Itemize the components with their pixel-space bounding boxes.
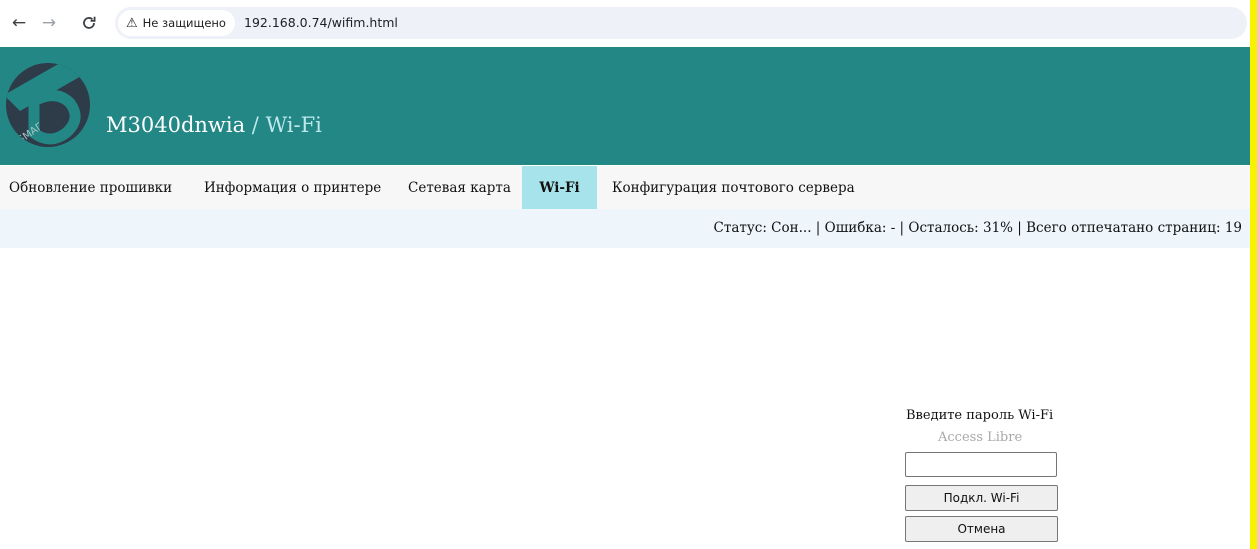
forward-arrow-icon[interactable]: → [36,10,62,36]
connect-wifi-button[interactable]: Подкл. Wi-Fi [905,485,1058,511]
wifi-password-prompt: Введите пароль Wi-Fi [906,408,1054,423]
menu-item-firmware-update[interactable]: Обновление прошивки [9,166,172,209]
wifi-ssid: Access Libre [938,430,1023,445]
page-title: M3040dnwia / Wi-Fi [106,113,322,137]
menu-item-printer-info[interactable]: Информация о принтере [204,166,381,209]
status-bar: Статус: Сон... | Ошибка: - | Осталось: 3… [0,209,1250,248]
address-bar[interactable]: ⚠ Не защищено 192.168.0.74/wifim.html [115,7,1247,39]
page-section: Wi-Fi [265,113,322,137]
browser-toolbar: ← → ⚠ Не защищено 192.168.0.74/wifim.htm… [0,0,1250,46]
page-header: БМАГ M3040dnwia / Wi-Fi [0,47,1250,165]
cancel-button[interactable]: Отмена [905,516,1058,542]
back-arrow-icon[interactable]: ← [6,10,32,36]
status-text: Статус: Сон... | Ошибка: - | Осталось: 3… [713,220,1242,236]
url-text: 192.168.0.74/wifim.html [244,15,398,30]
menu-item-mail-server-config[interactable]: Конфигурация почтового сервера [612,166,855,209]
menu-item-network-card[interactable]: Сетевая карта [408,166,511,209]
yellow-edge [1250,0,1257,549]
title-separator: / [245,113,266,137]
wifi-password-input[interactable] [905,452,1057,477]
reload-arrow-icon [83,16,96,29]
brand-logo-icon: БМАГ [6,63,90,147]
printer-model: M3040dnwia [106,113,246,137]
menu-item-wifi[interactable]: Wi-Fi [522,166,597,209]
reload-icon[interactable] [76,10,102,36]
security-chip[interactable]: ⚠ Не защищено [118,10,235,36]
main-menu: Обновление прошивки Информация о принтер… [0,166,1250,209]
security-label: Не защищено [142,16,226,30]
warning-triangle-icon: ⚠ [126,15,138,31]
